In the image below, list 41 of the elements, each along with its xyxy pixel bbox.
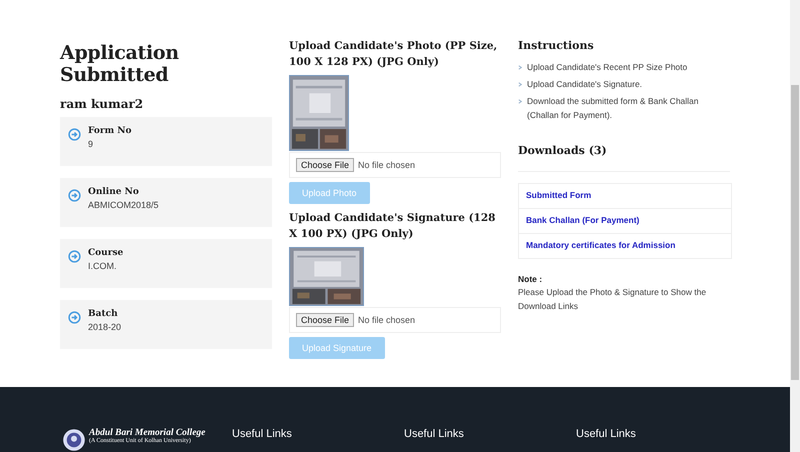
instruction-text: Download the submitted form & Bank Challan (Challan for Payment).	[527, 95, 700, 122]
card-label: Batch	[88, 309, 119, 319]
card-label: Online No	[88, 187, 140, 197]
card-label: Form No	[88, 126, 132, 136]
card-value: 9	[88, 139, 94, 149]
card-value: I.COM.	[88, 261, 118, 271]
page-title: Application Submitted	[60, 42, 180, 86]
footer-heading: Useful Links	[576, 428, 637, 442]
instruction-text: Upload Candidate's Signature.	[527, 78, 642, 91]
card-label: Course	[88, 248, 124, 258]
footer-heading: Useful Links	[232, 428, 293, 442]
card-value: 2018-20	[88, 322, 122, 332]
card-value: ABMICOM2018/5	[88, 200, 159, 210]
download-link[interactable]: Submitted Form	[519, 184, 731, 208]
note-text: Please Upload the Photo & Signature to Show the Download Links	[518, 286, 708, 313]
upload-heading: Upload Candidate's Signature (128 X 100 PX) (JPG Only)	[289, 211, 496, 242]
choose-file-button[interactable]: Choose File	[296, 158, 354, 172]
college-emblem-icon	[62, 428, 86, 452]
arrow-circle-icon	[68, 189, 81, 202]
file-status: No file chosen	[358, 315, 416, 325]
upload-heading: Upload Candidate's Photo (PP Size, 100 X 128 PX) (JPG Only)	[289, 39, 498, 70]
instruction-text: Upload Candidate's Recent PP Size Photo	[527, 61, 688, 74]
chevron-icon	[518, 82, 523, 87]
scrollbar[interactable]	[790, 0, 800, 452]
footer-heading: Useful Links	[404, 428, 465, 442]
file-status: No file chosen	[358, 160, 416, 170]
chevron-icon	[518, 99, 523, 104]
note-label: Note :	[518, 274, 544, 284]
arrow-circle-icon	[68, 250, 81, 263]
arrow-circle-icon	[68, 311, 81, 324]
candidate-name: ram kumar2	[60, 97, 144, 111]
choose-file-button[interactable]: Choose File	[296, 313, 354, 327]
file-input[interactable]: Choose File No file chosen	[289, 152, 501, 178]
instructions-heading: Instructions	[518, 39, 595, 52]
file-input[interactable]: Choose File No file chosen	[289, 307, 501, 333]
arrow-circle-icon	[68, 128, 81, 141]
download-link[interactable]: Bank Challan (For Payment)	[519, 208, 731, 233]
chevron-icon	[518, 65, 523, 70]
college-name: Abdul Bari Memorial College	[89, 428, 206, 438]
download-link[interactable]: Mandatory certificates for Admission	[519, 233, 731, 258]
downloads-heading: Downloads (3)	[518, 144, 608, 157]
